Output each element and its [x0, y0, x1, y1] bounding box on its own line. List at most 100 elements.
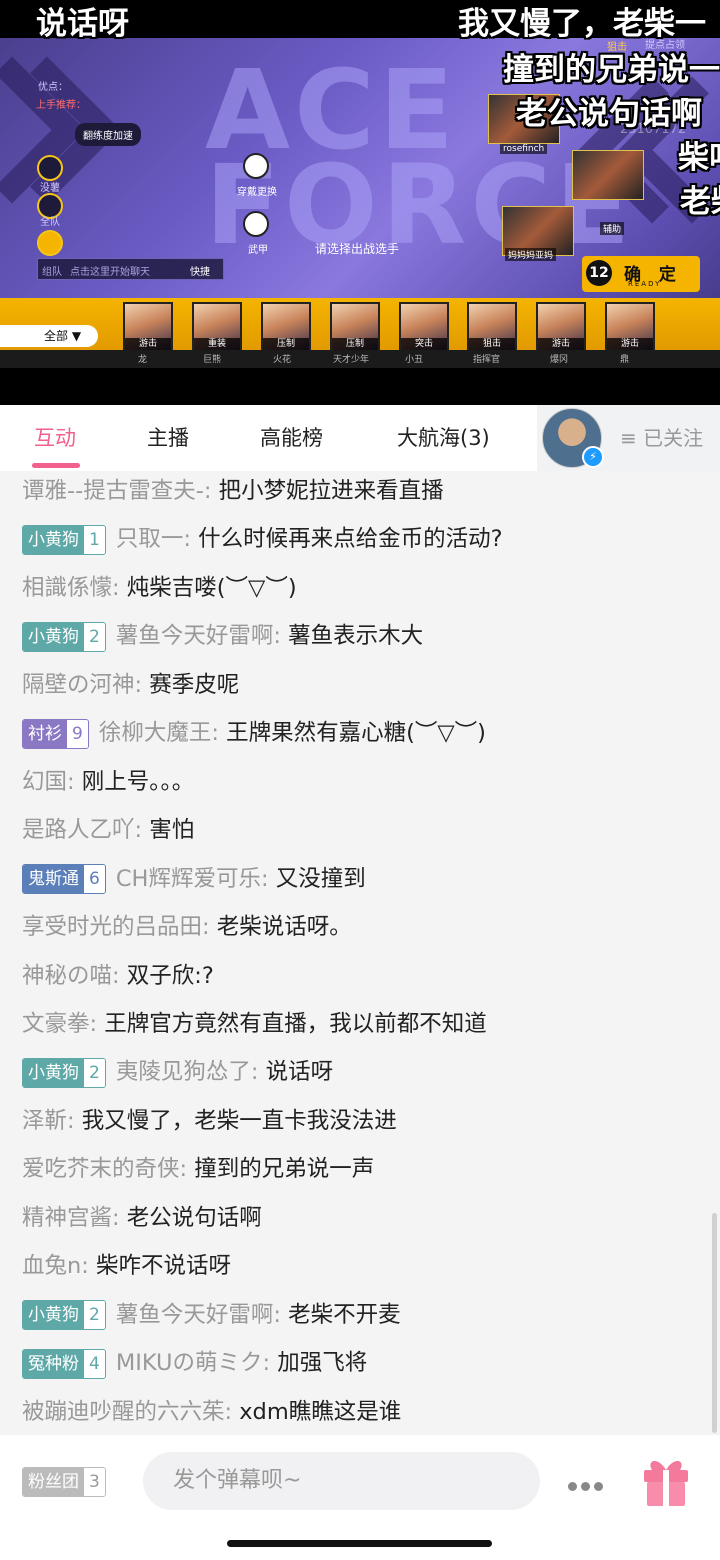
verified-icon: ⚡: [582, 446, 604, 468]
chat-username[interactable]: 神秘の喵:: [22, 963, 127, 989]
hint-text: 请选择出战选手: [315, 242, 400, 256]
character-card: 重装: [192, 302, 242, 352]
char-name: 指挥官: [473, 355, 501, 365]
chat-message[interactable]: 冤种粉 4 MIKUの萌ミク: 加强飞将: [22, 1343, 367, 1383]
character-card: 游击: [605, 302, 655, 352]
chat-text: 加强飞将: [277, 1350, 368, 1377]
fan-medal-level: 2: [84, 1058, 105, 1087]
chat-username[interactable]: 享受时光的吕品田:: [22, 914, 217, 940]
follow-button[interactable]: ≡ 已关注: [620, 405, 703, 471]
chat-message[interactable]: 小黄狗 2 夷陵见狗怂了: 说话呀: [22, 1052, 333, 1092]
chat-message[interactable]: 鬼斯通 6 CH辉辉爱可乐: 又没撞到: [22, 859, 366, 899]
fan-medal-badge[interactable]: 小黄狗 2: [22, 1057, 106, 1088]
chat-username[interactable]: 幻国:: [22, 769, 82, 795]
char-name: 火花: [273, 355, 292, 365]
fans-medal-level: 3: [84, 1468, 105, 1496]
chat-username[interactable]: 文豪拳:: [22, 1011, 104, 1037]
chat-message[interactable]: 血兔n: 柴咋不说话呀: [22, 1246, 231, 1286]
hud-label: 组队: [42, 267, 62, 278]
danmaku-overlay: 撞到的兄弟说一: [503, 52, 720, 88]
chat-message[interactable]: 被蹦迪吵醒的六六茱: xdm瞧瞧这是谁: [22, 1392, 401, 1432]
hud-label: 没薯: [40, 183, 60, 194]
chat-message[interactable]: 相識係懞: 炖柴吉喽(︶▽︶): [22, 568, 297, 608]
chat-username[interactable]: 徐柳大魔王:: [99, 720, 226, 746]
chat-message[interactable]: 神秘の喵: 双子欣:?: [22, 956, 214, 996]
tab-guard[interactable]: 大航海(3): [397, 405, 490, 471]
chat-message[interactable]: 幻国: 刚上号。。。: [22, 762, 194, 802]
fans-medal-button[interactable]: 粉丝团 3: [22, 1467, 106, 1497]
fan-medal-level: 2: [84, 622, 105, 651]
fan-medal-name: 小黄狗: [23, 525, 84, 554]
fan-medal-badge[interactable]: 衬衫 9: [22, 718, 89, 749]
fan-medal-badge[interactable]: 冤种粉 4: [22, 1348, 106, 1379]
ready-sub-label: READY: [628, 280, 662, 288]
live-video-player[interactable]: ACE FORCE 优点： 上手推荐： 翻练度加速 没薯 全队 穿戴更换 武甲 …: [0, 0, 720, 405]
chat-message[interactable]: 精神宫酱: 老公说句话啊: [22, 1198, 262, 1238]
fan-medal-badge[interactable]: 小黄狗 2: [22, 621, 106, 652]
chat-username[interactable]: 夷陵见狗怂了:: [116, 1059, 266, 1085]
chat-username[interactable]: CH辉辉爱可乐:: [116, 866, 276, 892]
chat-message[interactable]: 小黄狗 2 薯鱼今天好雷啊: 老柴不开麦: [22, 1295, 401, 1335]
teammate-name: rosefinch: [500, 144, 548, 154]
gift-icon[interactable]: [638, 1454, 694, 1510]
fan-medal-badge[interactable]: 小黄狗 1: [22, 524, 106, 555]
scrollbar[interactable]: [712, 1213, 717, 1433]
chat-text: 我又慢了，老柴一直卡我没法进: [81, 1107, 397, 1134]
char-name: 爆冈: [550, 355, 569, 365]
chat-username[interactable]: 隔壁の河神:: [22, 672, 149, 698]
game-chat-bar: 组队 点击这里开始聊天 快捷: [37, 258, 224, 280]
chat-username[interactable]: 泽靳:: [22, 1108, 82, 1134]
tab-anchor[interactable]: 主播: [147, 405, 189, 471]
ready-button: 12 确 定 READY: [582, 256, 700, 292]
chat-username[interactable]: 血兔n:: [22, 1253, 96, 1279]
chat-text: 把小梦妮拉进来看直播: [218, 478, 444, 504]
all-filter-button: 全部 ▼: [0, 325, 98, 347]
fan-medal-name: 小黄狗: [23, 1058, 84, 1087]
chat-message[interactable]: 爱吃芥末的奇侠: 撞到的兄弟说一声: [22, 1149, 374, 1189]
chat-message[interactable]: 谭雅--提古雷查夫-: 把小梦妮拉进来看直播: [22, 471, 444, 511]
fan-medal-badge[interactable]: 小黄狗 2: [22, 1300, 106, 1331]
chat-list[interactable]: 谭雅--提古雷查夫-: 把小梦妮拉进来看直播 小黄狗 1 只取一: 什么时候再来点给金…: [0, 471, 720, 1435]
chat-username[interactable]: 相識係懞:: [22, 575, 127, 601]
tab-ranking[interactable]: 高能榜: [260, 405, 323, 471]
chat-username[interactable]: 爱吃芥末的奇侠:: [22, 1156, 194, 1182]
fan-medal-badge[interactable]: 鬼斯通 6: [22, 864, 106, 895]
character-card: 狙击: [467, 302, 517, 352]
chat-username[interactable]: 是路人乙吖:: [22, 817, 149, 843]
tab-interaction[interactable]: 互动: [34, 405, 76, 471]
chat-message[interactable]: 泽靳: 我又慢了，老柴一直卡我没法进: [22, 1101, 397, 1141]
chat-username[interactable]: MIKUの萌ミク:: [116, 1350, 277, 1376]
chat-username[interactable]: 被蹦迪吵醒的六六茱:: [22, 1399, 239, 1425]
chat-username[interactable]: 薯鱼今天好雷啊:: [116, 1302, 288, 1328]
fans-medal-name: 粉丝团: [23, 1468, 84, 1496]
chat-message[interactable]: 享受时光的吕品田: 老柴说话呀。: [22, 907, 352, 947]
more-icon[interactable]: [568, 1476, 607, 1495]
teammate-name: 妈妈妈亚妈: [505, 248, 557, 261]
chat-message[interactable]: 衬衫 9 徐柳大魔王: 王牌果然有嘉心糖(︶▽︶): [22, 713, 486, 753]
chat-username[interactable]: 谭雅--提古雷查夫-:: [22, 478, 219, 504]
danmaku-overlay: 老柴: [680, 184, 720, 220]
danmaku-overlay: 老公说句话啊: [516, 96, 702, 132]
fan-medal-level: 4: [84, 1349, 105, 1378]
chat-message[interactable]: 小黄狗 2 薯鱼今天好雷啊: 薯鱼表示木大: [22, 616, 423, 656]
fan-medal-name: 小黄狗: [23, 1301, 84, 1330]
danmaku-overlay: 我又慢了，老柴一: [458, 6, 706, 42]
chat-message[interactable]: 小黄狗 1 只取一: 什么时候再来点给金币的活动?: [22, 519, 503, 559]
chat-username[interactable]: 精神宫酱:: [22, 1205, 127, 1231]
shirt-icon: [243, 153, 269, 179]
char-name: 天才少年: [333, 355, 370, 365]
hud-label: 上手推荐：: [36, 100, 86, 111]
chat-text: 害怕: [149, 817, 195, 844]
chat-username[interactable]: 只取一:: [116, 526, 198, 552]
chat-username[interactable]: 薯鱼今天好雷啊:: [116, 623, 288, 649]
chat-message[interactable]: 文豪拳: 王牌官方竟然有直播，我以前都不知道: [22, 1004, 487, 1044]
danmaku-overlay: 柴咋: [678, 140, 720, 176]
char-name: 巨熊: [203, 355, 222, 365]
teammate-portrait: [572, 150, 644, 200]
chat-message[interactable]: 是路人乙吖: 害怕: [22, 810, 194, 850]
danmaku-input[interactable]: 发个弹幕呗~: [143, 1452, 540, 1510]
chat-text: 王牌果然有嘉心糖(︶▽︶): [226, 720, 486, 747]
chat-message[interactable]: 隔壁の河神: 赛季皮呢: [22, 665, 239, 705]
chat-text: 双子欣:?: [126, 962, 214, 989]
chat-text: 柴咋不说话呀: [96, 1253, 232, 1280]
